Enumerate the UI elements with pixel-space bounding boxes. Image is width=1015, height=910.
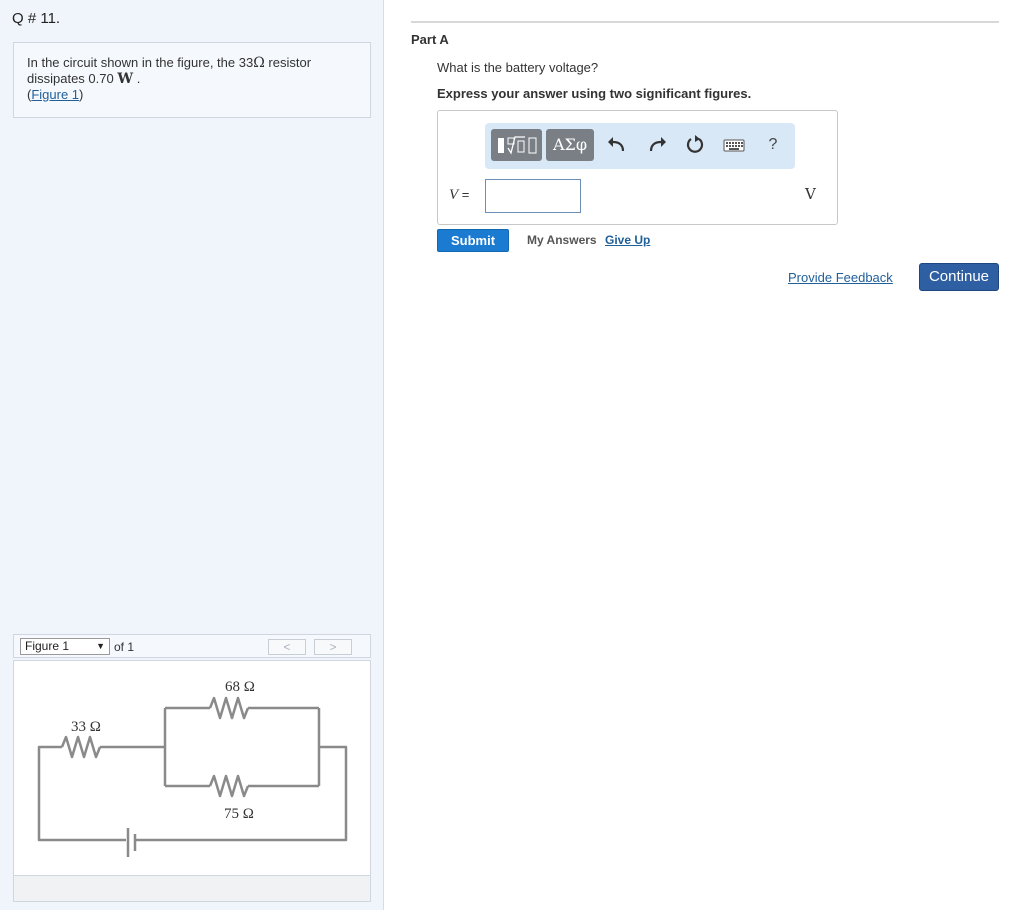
- wire-left: [37, 745, 126, 842]
- figure-select[interactable]: Figure 1 ▼: [20, 638, 110, 655]
- figure-count: of 1: [114, 640, 135, 654]
- left-pane: Q # 11. In the circuit shown in the figu…: [0, 0, 384, 910]
- reset-button[interactable]: [681, 131, 709, 159]
- part-title: Part A: [411, 32, 449, 47]
- wire-right: [136, 745, 348, 842]
- undo-icon: [608, 137, 625, 152]
- label-33-ohm: 33 Ω: [71, 719, 101, 735]
- provide-feedback-link[interactable]: Provide Feedback: [788, 270, 893, 285]
- figure-select-value: Figure 1: [25, 639, 70, 653]
- answer-box: ΑΣφ ? V = V: [437, 110, 838, 225]
- figure-navigation-bar: Figure 1 ▼ of 1 < >: [13, 634, 371, 658]
- redo-button[interactable]: [642, 131, 670, 159]
- question-text: What is the battery voltage?: [437, 60, 599, 75]
- give-up-link[interactable]: Give Up: [605, 233, 650, 247]
- problem-statement: In the circuit shown in the figure, the …: [13, 42, 371, 118]
- answer-instruction: Express your answer using two significan…: [437, 86, 752, 101]
- undo-button[interactable]: [604, 131, 632, 159]
- problem-text-before: In the circuit shown in the figure, the …: [27, 55, 254, 70]
- right-pane: Part A What is the battery voltage? Expr…: [385, 0, 1015, 910]
- templates-button[interactable]: [491, 129, 542, 161]
- ohm-symbol: Ω: [253, 55, 265, 71]
- my-answers-link[interactable]: My Answers: [527, 233, 597, 247]
- continue-button[interactable]: Continue: [919, 263, 999, 291]
- submit-button[interactable]: Submit: [437, 229, 509, 252]
- figure-footer: [14, 875, 370, 901]
- problem-text-after: .: [133, 71, 141, 86]
- greek-symbols-button[interactable]: ΑΣφ: [546, 129, 594, 161]
- label-75-ohm: 75 Ω: [224, 806, 254, 822]
- figure-link-close: ): [79, 87, 84, 102]
- previous-figure-button[interactable]: <: [268, 639, 306, 655]
- next-figure-button[interactable]: >: [314, 639, 352, 655]
- part-divider: [411, 21, 999, 23]
- help-button[interactable]: ?: [759, 131, 787, 159]
- redo-icon: [649, 137, 666, 152]
- dropdown-arrow-icon: ▼: [96, 641, 105, 651]
- figure-link[interactable]: Figure 1: [31, 87, 79, 102]
- resistor-68: [208, 696, 250, 720]
- watt-unit: W: [117, 71, 134, 87]
- resistor-33: [60, 735, 102, 759]
- resistor-75: [208, 774, 250, 798]
- circuit-diagram: 68 Ω 33 Ω 75 Ω: [37, 679, 348, 857]
- voltage-answer-input[interactable]: [485, 179, 581, 213]
- keyboard-button[interactable]: [720, 131, 748, 159]
- answer-variable-label: V =: [449, 187, 469, 204]
- figure-frame: 68 Ω 33 Ω 75 Ω: [13, 660, 371, 902]
- label-68-ohm: 68 Ω: [225, 679, 255, 695]
- question-number: Q # 11.: [12, 10, 61, 27]
- answer-equals: =: [458, 187, 470, 202]
- reset-icon: [686, 135, 704, 153]
- keyboard-icon: [723, 139, 745, 152]
- templates-icon: [498, 136, 537, 155]
- answer-variable: V: [449, 187, 459, 203]
- math-toolbar: ΑΣφ ?: [485, 123, 795, 169]
- answer-unit: V: [805, 185, 816, 203]
